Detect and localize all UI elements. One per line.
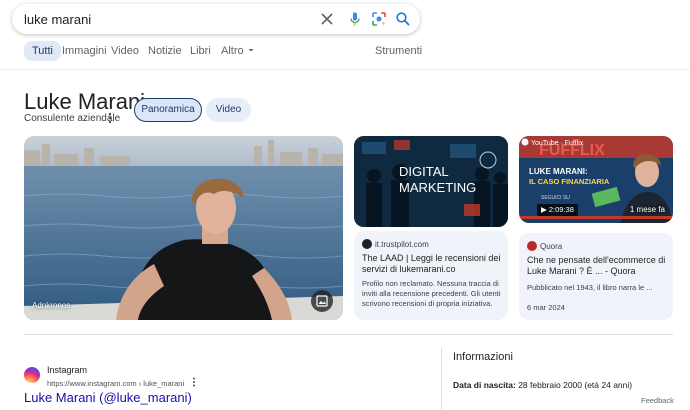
search-bar <box>12 4 420 34</box>
more-options-icon[interactable] <box>108 112 112 124</box>
headline-line-1: LUKE MARANI: <box>529 167 588 176</box>
image-icon <box>316 295 328 307</box>
result-url: https://www.instagram.com › luke_marani <box>47 377 196 388</box>
card-snippet: Profilo non reclamato. Nessuna traccia d… <box>362 279 501 308</box>
chip-video[interactable]: Video <box>206 98 251 122</box>
card-snippet: Pubblicato nel 1943, il libro narra le .… <box>527 283 653 292</box>
video-duration-label: 2:09:38 <box>548 205 574 214</box>
youtube-channel: YouTube · Fufflix <box>531 140 584 147</box>
card-source-label: Quora <box>540 242 563 251</box>
card-source: it.trustpilot.com <box>362 239 429 249</box>
chevron-down-icon <box>248 49 254 52</box>
trustpilot-card[interactable]: it.trustpilot.com The LAAD | Leggi le re… <box>354 231 508 320</box>
card-date: 6 mar 2024 <box>527 303 565 312</box>
panel-divider <box>441 348 442 410</box>
quora-icon <box>527 241 537 251</box>
mic-icon[interactable] <box>347 11 363 27</box>
tab-altro-label: Altro <box>221 45 244 57</box>
feedback-link[interactable]: Feedback <box>641 396 674 405</box>
image-credit: Adnkronos <box>32 301 71 310</box>
headline-line-2: IL CASO FINANZIARIA <box>529 177 610 186</box>
section-divider <box>24 334 673 335</box>
follow-label: SEGUICI SU <box>541 195 570 201</box>
result-title-link[interactable]: Luke Marani (@luke_marani) <box>24 390 192 405</box>
tools-button[interactable]: Strumenti <box>375 41 422 61</box>
result-url-label: https://www.instagram.com › luke_marani <box>47 379 185 388</box>
close-icon[interactable] <box>319 11 335 27</box>
trustpilot-icon <box>362 239 372 249</box>
birth-date-label: Data di nascita: <box>453 380 516 390</box>
digital-text: DIGITAL <box>399 164 449 179</box>
search-tabs: Tutti Immagini Video Notizie Libri Altro… <box>0 38 690 66</box>
digital-marketing-image: DIGITAL MARKETING <box>354 136 508 227</box>
more-options-icon[interactable] <box>192 377 196 387</box>
video-age: 1 mese fa <box>629 205 665 214</box>
tab-libri[interactable]: Libri <box>190 41 211 61</box>
video-duration: ▶ 2:09:38 <box>537 204 578 216</box>
instagram-icon <box>24 367 40 383</box>
card-title[interactable]: The LAAD | Leggi le recensioni dei servi… <box>362 253 502 275</box>
quora-card[interactable]: Quora Che ne pensate dell'ecommerce di L… <box>519 233 673 320</box>
youtube-card-image[interactable]: FUFFLIX YouTube · Fufflix LUKE MARANI: I… <box>519 136 673 223</box>
search-icon[interactable] <box>395 11 411 27</box>
portrait-photo <box>24 136 343 320</box>
main-image[interactable]: Adnkronos <box>24 136 343 320</box>
card-source-label: it.trustpilot.com <box>375 240 429 249</box>
tab-immagini[interactable]: Immagini <box>62 41 107 61</box>
birth-date-row: Data di nascita: 28 febbraio 2000 (età 2… <box>453 380 632 390</box>
birth-date-value: 28 febbraio 2000 (età 24 anni) <box>518 380 633 390</box>
trustpilot-card-image[interactable]: DIGITAL MARKETING <box>354 136 508 227</box>
search-input[interactable] <box>24 11 304 27</box>
lens-icon[interactable] <box>371 11 387 27</box>
chip-panoramica[interactable]: Panoramica <box>134 98 202 122</box>
entity-title: Luke Marani <box>24 89 146 114</box>
tab-tutti[interactable]: Tutti <box>24 41 61 61</box>
tab-video[interactable]: Video <box>111 41 139 61</box>
tab-altro[interactable]: Altro <box>221 41 255 61</box>
info-heading: Informazioni <box>453 351 513 363</box>
entity-subtitle: Consulente aziendale <box>24 113 121 124</box>
marketing-text: MARKETING <box>399 180 476 195</box>
card-title[interactable]: Che ne pensate dell'ecommerce di Luke Ma… <box>527 255 667 277</box>
result-site-name: Instagram <box>47 365 88 375</box>
card-source: Quora <box>527 241 562 251</box>
tab-notizie[interactable]: Notizie <box>148 41 182 61</box>
play-icon: ▶ <box>541 205 549 214</box>
tabs-divider <box>0 69 690 70</box>
image-search-button[interactable] <box>311 290 333 312</box>
